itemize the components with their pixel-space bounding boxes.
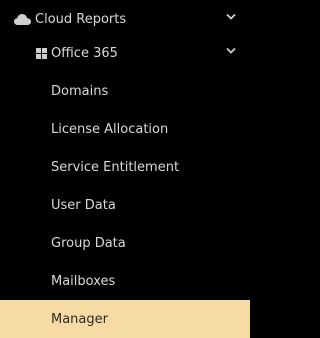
- chevron-down-icon[interactable]: [226, 47, 236, 55]
- chevron-down-icon[interactable]: [226, 13, 236, 21]
- nav-item-label: Domains: [51, 83, 109, 99]
- cloud-icon: [14, 13, 31, 25]
- nav-item-label: Service Entitlement: [51, 159, 180, 175]
- nav-group-label: Office 365: [51, 45, 118, 61]
- nav-section-label: Cloud Reports: [35, 11, 127, 27]
- nav-item-label: Manager: [51, 311, 108, 327]
- nav-item-mailboxes[interactable]: Mailboxes: [0, 262, 250, 300]
- nav-item-user-data[interactable]: User Data: [0, 186, 250, 224]
- nav-item-label: Mailboxes: [51, 273, 116, 289]
- windows-icon: [36, 47, 47, 59]
- nav-item-group-data[interactable]: Group Data: [0, 224, 250, 262]
- nav-item-domains[interactable]: Domains: [0, 72, 250, 110]
- nav-item-manager[interactable]: Manager: [0, 300, 250, 338]
- nav-item-license-allocation[interactable]: License Allocation: [0, 110, 250, 148]
- nav-item-label: License Allocation: [51, 121, 169, 137]
- nav-item-label: Group Data: [51, 235, 126, 251]
- nav-item-service-entitlement[interactable]: Service Entitlement: [0, 148, 250, 186]
- nav-section-cloud-reports[interactable]: Cloud Reports: [0, 0, 250, 38]
- nav-group-office-365[interactable]: Office 365: [0, 34, 250, 72]
- cloud-reports-nav: Cloud Reports Office 365 Domains License…: [0, 0, 250, 338]
- nav-item-label: User Data: [51, 197, 116, 213]
